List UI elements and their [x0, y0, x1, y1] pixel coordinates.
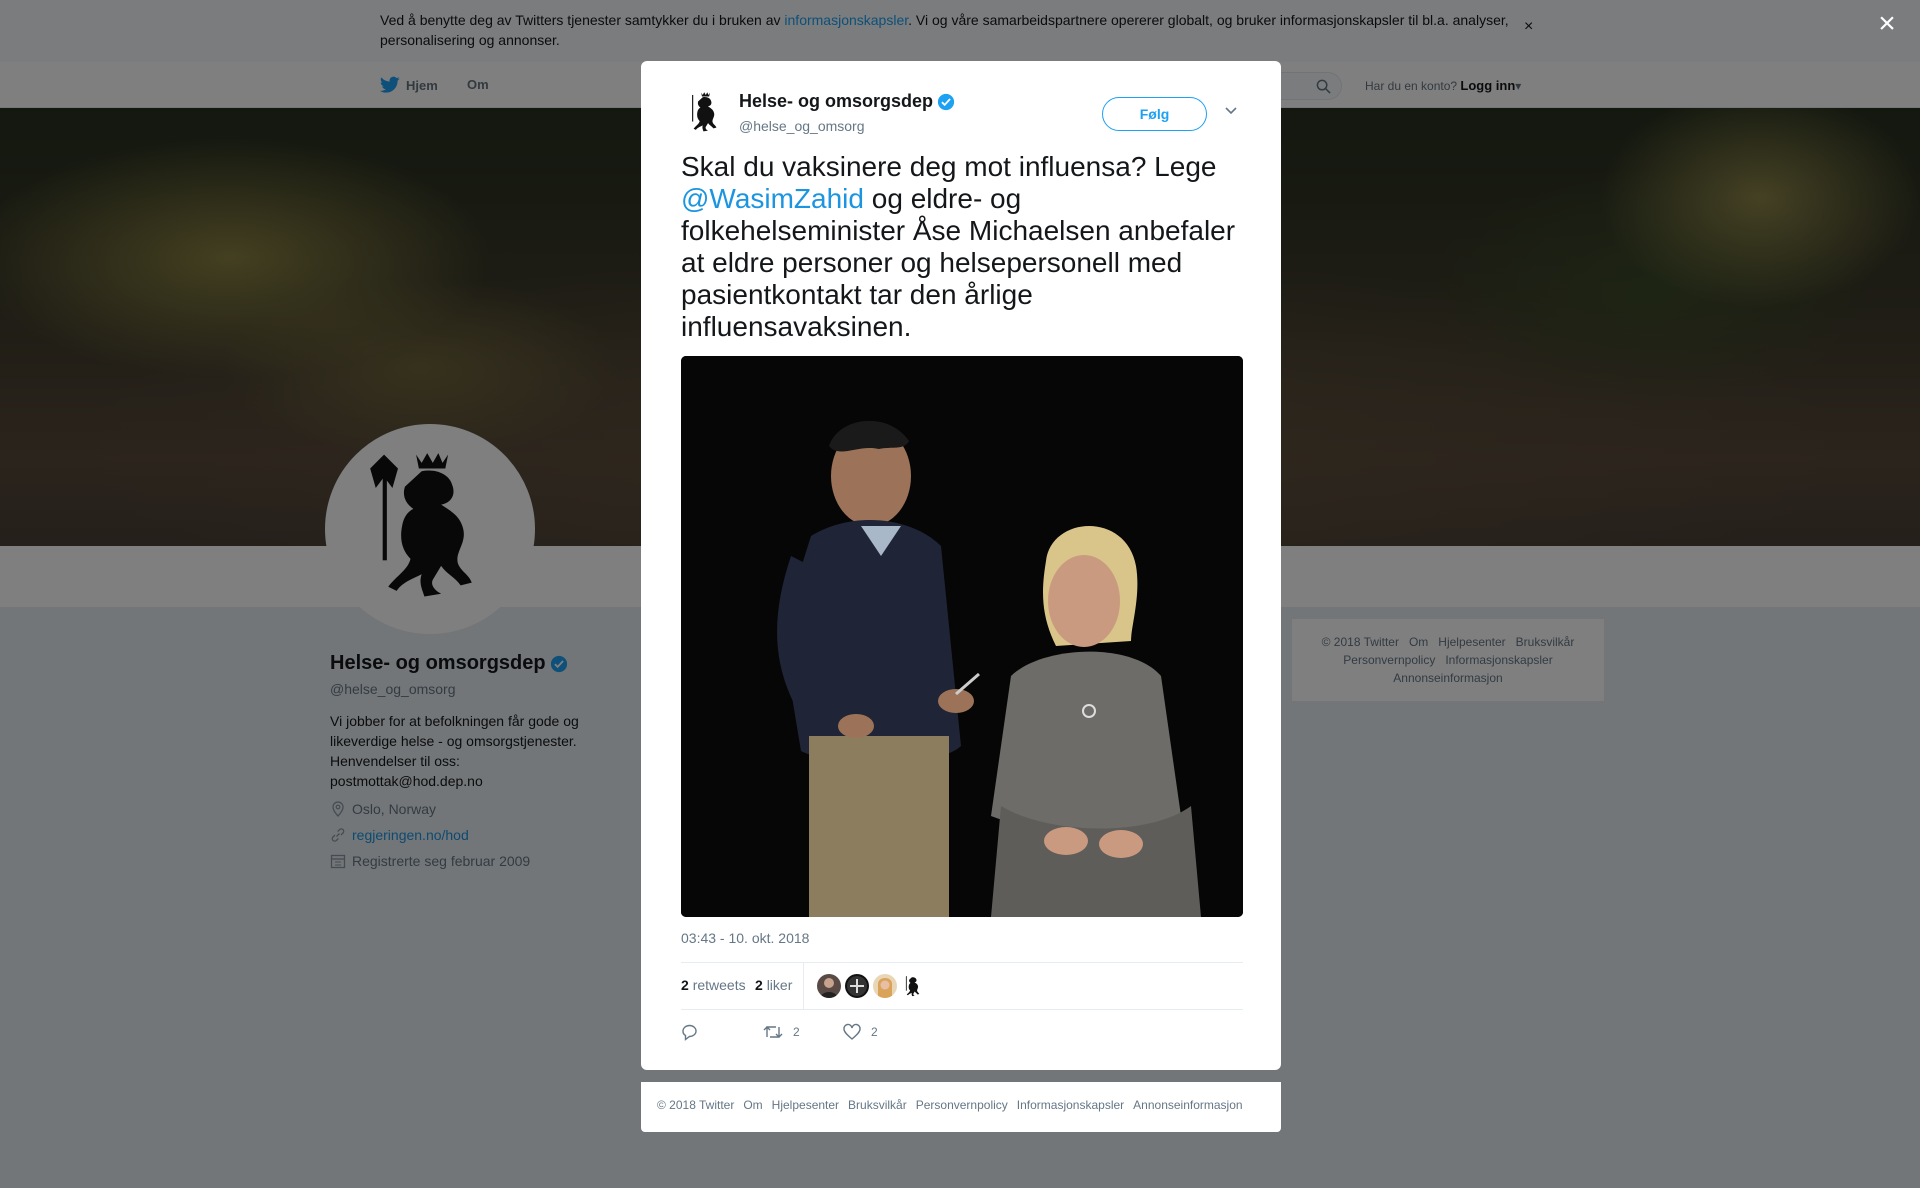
close-icon[interactable]: ×: [1873, 9, 1901, 39]
tweet-stats: 2 retweets 2 liker: [681, 962, 1243, 1010]
user-avatar-icon: [820, 978, 838, 998]
liker-avatar[interactable]: [873, 974, 897, 998]
follow-button[interactable]: Følg: [1102, 97, 1207, 131]
likes-stat[interactable]: 2 liker: [755, 977, 792, 993]
liker-avatar[interactable]: [845, 974, 869, 998]
tweet-mention-link[interactable]: @WasimZahid: [681, 183, 864, 214]
modal-footer-link[interactable]: Hjelpesenter: [772, 1098, 839, 1112]
norwegian-lion-emblem-icon: [905, 976, 920, 997]
user-avatar-icon: [847, 976, 867, 996]
like-action-count: 2: [871, 1025, 878, 1039]
tweet-text: Skal du vaksinere deg mot influensa? Leg…: [681, 151, 1241, 343]
stats-divider: [803, 963, 804, 1009]
like-button[interactable]: 2: [843, 1023, 878, 1041]
retweets-stat[interactable]: 2 retweets: [681, 977, 746, 993]
reply-button[interactable]: [681, 1023, 699, 1041]
retweets-count: 2: [681, 977, 689, 993]
tweet-text-part: Skal du vaksinere deg mot influensa? Leg…: [681, 151, 1217, 182]
verified-badge-icon: [937, 93, 955, 110]
heart-icon: [843, 1023, 861, 1040]
modal-footer: © 2018 Twitter Om Hjelpesenter Bruksvilkår P…: [641, 1082, 1281, 1132]
reply-icon: [682, 1024, 697, 1041]
likes-label: liker: [766, 977, 793, 993]
tweet-author-name-row: Helse- og omsorgsdep: [739, 91, 955, 112]
retweet-action-count: 2: [793, 1025, 800, 1039]
liker-avatar[interactable]: [901, 974, 925, 998]
modal-footer-link[interactable]: Bruksvilkår: [848, 1098, 907, 1112]
modal-footer-link[interactable]: Annonseinformasjon: [1133, 1098, 1242, 1112]
tweet-photo[interactable]: [681, 356, 1243, 917]
tweet-author-handle[interactable]: @helse_og_omsorg: [739, 118, 865, 134]
retweet-button[interactable]: 2: [763, 1023, 800, 1041]
tweet-author-avatar[interactable]: [681, 89, 729, 137]
modal-footer-link[interactable]: Om: [743, 1098, 762, 1112]
tweet-photo-illustration: [681, 356, 1243, 917]
tweet-timestamp[interactable]: 03:43 - 10. okt. 2018: [681, 930, 809, 946]
tweet-author-name[interactable]: Helse- og omsorgsdep: [739, 91, 933, 112]
modal-footer-link[interactable]: Personvernpolicy: [916, 1098, 1008, 1112]
retweet-icon: [763, 1026, 783, 1038]
modal-footer-copyright: © 2018 Twitter: [657, 1098, 735, 1112]
liker-avatar[interactable]: [817, 974, 841, 998]
retweets-label: retweets: [692, 977, 746, 993]
user-avatar-icon: [878, 978, 892, 998]
norwegian-lion-emblem-icon: [692, 92, 717, 132]
tweet-actions: 2 2: [681, 1023, 1243, 1053]
likes-count: 2: [755, 977, 763, 993]
modal-footer-link[interactable]: Informasjonskapsler: [1017, 1098, 1124, 1112]
chevron-down-icon[interactable]: [1224, 105, 1238, 115]
tweet-modal: Helse- og omsorgsdep @helse_og_omsorg Fø…: [641, 61, 1281, 1070]
